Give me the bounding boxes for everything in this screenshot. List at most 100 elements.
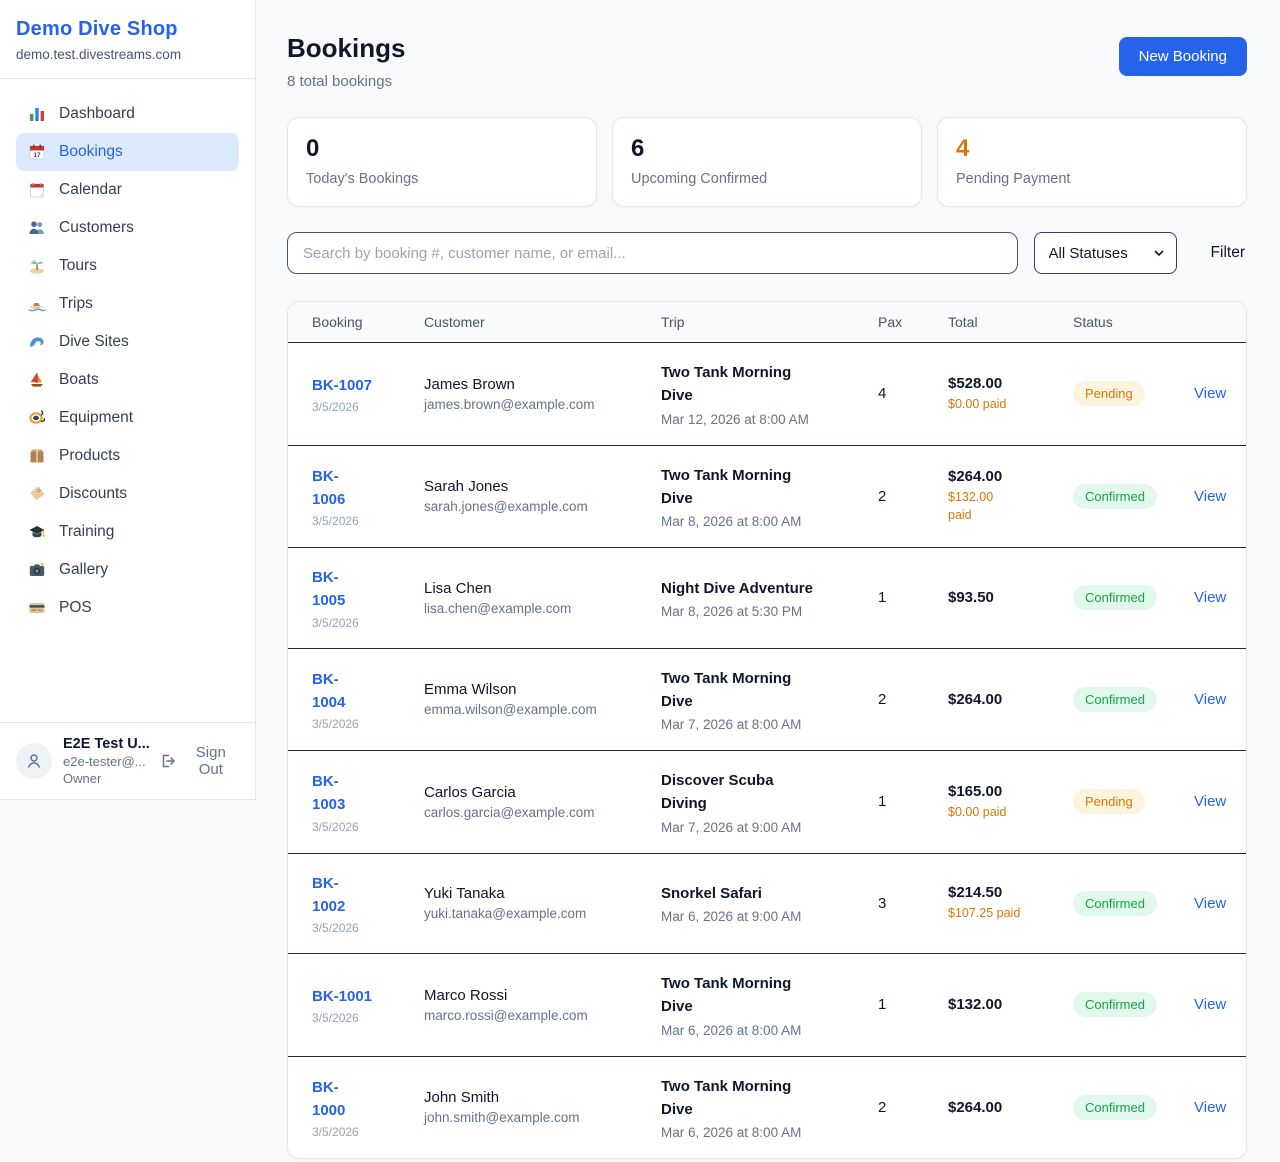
- sailboat-icon: [28, 371, 46, 389]
- table-row: BK- 1006 3/5/2026 Sarah Jones sarah.jone…: [288, 446, 1246, 549]
- view-link[interactable]: View: [1194, 589, 1246, 606]
- view-link[interactable]: View: [1194, 996, 1246, 1013]
- status-badge: Confirmed: [1073, 1095, 1157, 1120]
- sidebar-item-dive-sites[interactable]: Dive Sites: [16, 323, 239, 361]
- sidebar-item-calendar[interactable]: Calendar: [16, 171, 239, 209]
- sidebar-item-label: Tours: [59, 257, 97, 275]
- view-link[interactable]: View: [1194, 793, 1246, 810]
- sidebar-item-products[interactable]: Products: [16, 437, 239, 475]
- avatar: [16, 743, 52, 779]
- trip-name: Two Tank Morning Dive: [661, 972, 878, 1019]
- sign-out-icon: [159, 752, 177, 770]
- trip-datetime: Mar 6, 2026 at 8:00 AM: [661, 1023, 878, 1038]
- bar-chart-icon: [28, 105, 46, 123]
- sidebar-item-discounts[interactable]: Discounts: [16, 475, 239, 513]
- sidebar-item-tours[interactable]: Tours: [16, 247, 239, 285]
- sidebar-item-label: Dive Sites: [59, 333, 129, 351]
- table-row: BK- 1000 3/5/2026 John Smith john.smith@…: [288, 1057, 1246, 1159]
- sidebar-item-label: Boats: [59, 371, 99, 389]
- booking-date: 3/5/2026: [312, 820, 424, 834]
- sidebar-item-pos[interactable]: POS: [16, 589, 239, 627]
- sidebar-item-label: Discounts: [59, 485, 127, 503]
- stat-value: 4: [956, 135, 1228, 163]
- booking-id-link[interactable]: BK- 1005: [312, 566, 424, 613]
- sidebar-item-label: POS: [59, 599, 92, 617]
- booking-date: 3/5/2026: [312, 616, 424, 630]
- search-input[interactable]: [287, 232, 1018, 274]
- view-link[interactable]: View: [1194, 488, 1246, 505]
- total-amount: $264.00: [948, 468, 1073, 485]
- stat-label: Upcoming Confirmed: [631, 171, 903, 187]
- sidebar-item-label: Dashboard: [59, 105, 135, 123]
- user-email: e2e-tester@...: [63, 754, 148, 769]
- booking-id-link[interactable]: BK-1007: [312, 374, 424, 397]
- table-row: BK- 1005 3/5/2026 Lisa Chen lisa.chen@ex…: [288, 548, 1246, 649]
- people-icon: [28, 219, 46, 237]
- trip-datetime: Mar 7, 2026 at 9:00 AM: [661, 820, 878, 835]
- column-header-trip: Trip: [661, 314, 878, 330]
- booking-id-link[interactable]: BK- 1006: [312, 465, 424, 512]
- booking-date: 3/5/2026: [312, 514, 424, 528]
- pax-count: 4: [878, 385, 948, 402]
- booking-date: 3/5/2026: [312, 1125, 424, 1139]
- sign-out-label: Sign Out: [183, 744, 239, 778]
- view-link[interactable]: View: [1194, 385, 1246, 402]
- main-content: Bookings 8 total bookings New Booking 0 …: [256, 0, 1280, 1159]
- brand-title: Demo Dive Shop: [16, 18, 239, 41]
- booking-id-link[interactable]: BK- 1002: [312, 872, 424, 919]
- trip-name: Two Tank Morning Dive: [661, 667, 878, 714]
- new-booking-button[interactable]: New Booking: [1119, 37, 1247, 76]
- column-header-status: Status: [1073, 314, 1194, 330]
- view-link[interactable]: View: [1194, 1099, 1246, 1116]
- customer-email: carlos.garcia@example.com: [424, 805, 661, 820]
- booking-id-link[interactable]: BK-1001: [312, 985, 424, 1008]
- paid-amount: $0.00 paid: [948, 396, 1073, 414]
- trip-datetime: Mar 12, 2026 at 8:00 AM: [661, 412, 878, 427]
- status-filter-select[interactable]: All Statuses: [1034, 232, 1177, 274]
- paid-amount: $132.00 paid: [948, 489, 1073, 524]
- customer-name: Lisa Chen: [424, 580, 661, 597]
- trip-name: Night Dive Adventure: [661, 577, 878, 600]
- sign-out-button[interactable]: Sign Out: [159, 744, 239, 778]
- total-amount: $165.00: [948, 783, 1073, 800]
- trip-name: Two Tank Morning Dive: [661, 1075, 878, 1122]
- customer-email: james.brown@example.com: [424, 397, 661, 412]
- sidebar-item-trips[interactable]: Trips: [16, 285, 239, 323]
- pax-count: 1: [878, 589, 948, 606]
- booking-id-link[interactable]: BK- 1000: [312, 1076, 424, 1123]
- sidebar-item-gallery[interactable]: Gallery: [16, 551, 239, 589]
- sidebar-item-label: Equipment: [59, 409, 133, 427]
- view-link[interactable]: View: [1194, 895, 1246, 912]
- package-icon: [28, 447, 46, 465]
- booking-date: 3/5/2026: [312, 717, 424, 731]
- sidebar-item-boats[interactable]: Boats: [16, 361, 239, 399]
- stat-card: 6 Upcoming Confirmed: [612, 117, 922, 207]
- customer-email: john.smith@example.com: [424, 1110, 661, 1125]
- status-badge: Confirmed: [1073, 687, 1157, 712]
- bookings-table: BookingCustomerTripPaxTotalStatus BK-100…: [287, 301, 1247, 1159]
- sidebar-item-bookings[interactable]: 17 Bookings: [16, 133, 239, 171]
- sidebar-item-equipment[interactable]: Equipment: [16, 399, 239, 437]
- pax-count: 3: [878, 895, 948, 912]
- booking-id-link[interactable]: BK- 1004: [312, 668, 424, 715]
- filter-button[interactable]: Filter: [1209, 236, 1247, 270]
- sidebar-item-customers[interactable]: Customers: [16, 209, 239, 247]
- sidebar-item-dashboard[interactable]: Dashboard: [16, 95, 239, 133]
- customer-name: Marco Rossi: [424, 987, 661, 1004]
- total-amount: $528.00: [948, 375, 1073, 392]
- customer-name: Sarah Jones: [424, 478, 661, 495]
- pax-count: 2: [878, 1099, 948, 1116]
- sidebar-item-label: Products: [59, 447, 120, 465]
- sidebar-item-training[interactable]: Training: [16, 513, 239, 551]
- view-link[interactable]: View: [1194, 691, 1246, 708]
- trip-name: Two Tank Morning Dive: [661, 464, 878, 511]
- grad-cap-icon: [28, 523, 46, 541]
- customer-email: emma.wilson@example.com: [424, 702, 661, 717]
- status-badge: Confirmed: [1073, 891, 1157, 916]
- booking-date: 3/5/2026: [312, 921, 424, 935]
- user-role: Owner: [63, 771, 148, 786]
- sidebar-user-section: E2E Test U... e2e-tester@... Owner Sign …: [0, 722, 255, 799]
- customer-email: marco.rossi@example.com: [424, 1008, 661, 1023]
- status-badge: Pending: [1073, 381, 1145, 406]
- booking-id-link[interactable]: BK- 1003: [312, 770, 424, 817]
